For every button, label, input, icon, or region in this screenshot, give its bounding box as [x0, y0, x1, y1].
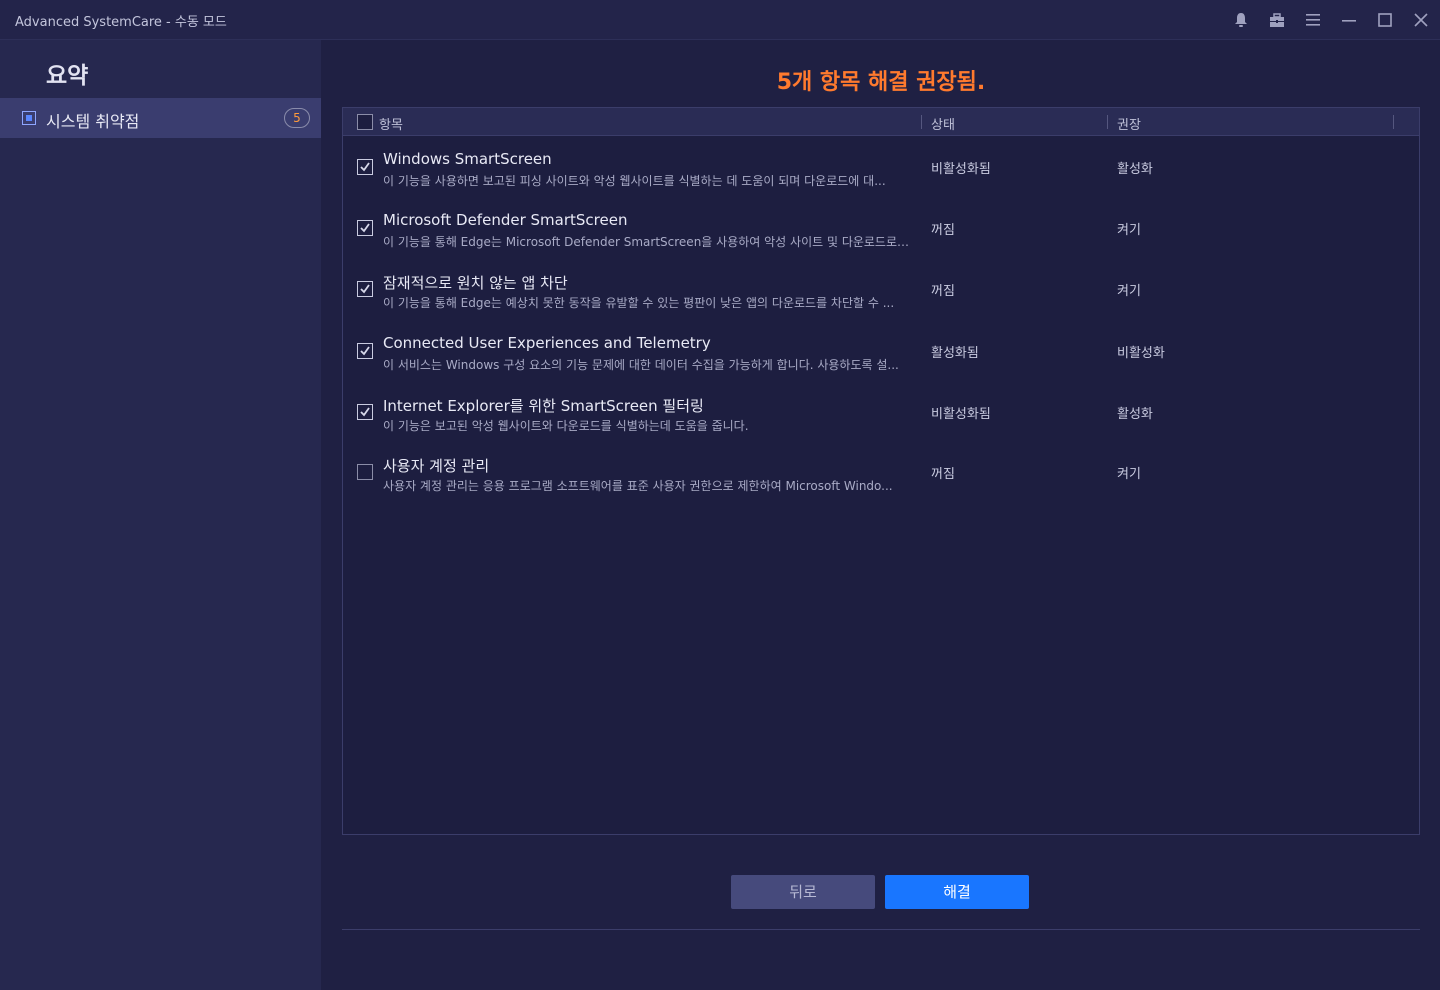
close-icon[interactable]	[1410, 9, 1432, 31]
check-icon	[360, 407, 370, 417]
row-checkbox[interactable]	[357, 343, 373, 359]
recommendation-headline: 5개 항목 해결 권장됨.	[776, 70, 986, 95]
row-checkbox[interactable]	[357, 281, 373, 297]
table-row[interactable]: Connected User Experiences and Telemetry…	[343, 334, 1419, 395]
row-recommended: 켜기	[1117, 467, 1141, 482]
row-status: 꺼짐	[931, 223, 955, 238]
row-title: Internet Explorer를 위한 SmartScreen 필터링	[383, 397, 704, 415]
row-title: Windows SmartScreen	[383, 150, 552, 168]
table-row[interactable]: Windows SmartScreen 이 기능을 사용하면 보고된 피싱 사이…	[343, 150, 1419, 211]
sidebar-heading: 요약	[46, 63, 89, 89]
window-title: Advanced SystemCare - 수동 모드	[15, 15, 227, 30]
row-description: 이 기능을 통해 Edge는 Microsoft Defender SmartS…	[383, 235, 918, 249]
row-description: 이 서비스는 Windows 구성 요소의 기능 문제에 대한 데이터 수집을 …	[383, 358, 899, 372]
row-status: 비활성화됨	[931, 407, 991, 422]
count-badge: 5	[284, 108, 310, 128]
row-status: 꺼짐	[931, 284, 955, 299]
row-status: 활성화됨	[931, 346, 979, 361]
sidebar: 요약 시스템 취약점 5	[0, 40, 321, 990]
row-status: 비활성화됨	[931, 162, 991, 177]
row-recommended: 켜기	[1117, 223, 1141, 238]
column-header-recommended: 권장	[1117, 118, 1141, 133]
check-icon	[360, 284, 370, 294]
table-row[interactable]: 사용자 계정 관리 사용자 계정 관리는 응용 프로그램 소프트웨어를 표준 사…	[343, 455, 1419, 516]
row-recommended: 활성화	[1117, 162, 1153, 177]
column-divider[interactable]	[1393, 115, 1394, 129]
row-checkbox[interactable]	[357, 220, 373, 236]
sidebar-item-label: 시스템 취약점	[46, 112, 140, 131]
column-divider[interactable]	[921, 115, 922, 129]
row-title: Connected User Experiences and Telemetry	[383, 334, 711, 352]
issues-table: 항목 상태 권장 Windows SmartScreen 이 기능을 사용하면 …	[342, 107, 1420, 835]
row-description: 이 기능은 보고된 악성 웹사이트와 다운로드를 식별하는데 도움을 줍니다.	[383, 419, 749, 433]
row-checkbox[interactable]	[357, 464, 373, 480]
check-icon	[360, 223, 370, 233]
select-all-checkbox[interactable]	[357, 114, 373, 130]
row-recommended: 비활성화	[1117, 346, 1165, 361]
check-icon	[360, 346, 370, 356]
row-title: 잠재적으로 원치 않는 앱 차단	[383, 274, 568, 292]
minimize-icon[interactable]	[1338, 9, 1360, 31]
row-checkbox[interactable]	[357, 404, 373, 420]
column-divider[interactable]	[1107, 115, 1108, 129]
partial-check-mark	[26, 115, 32, 121]
briefcase-icon[interactable]	[1266, 9, 1288, 31]
row-title: Microsoft Defender SmartScreen	[383, 211, 628, 229]
table-row[interactable]: 잠재적으로 원치 않는 앱 차단 이 기능을 통해 Edge는 예상치 못한 동…	[343, 272, 1419, 333]
row-recommended: 활성화	[1117, 407, 1153, 422]
table-row[interactable]: Internet Explorer를 위한 SmartScreen 필터링 이 …	[343, 395, 1419, 456]
title-bar: Advanced SystemCare - 수동 모드	[0, 0, 1440, 40]
category-checkbox[interactable]	[22, 111, 36, 125]
maximize-icon[interactable]	[1374, 9, 1396, 31]
column-header-status: 상태	[931, 118, 955, 133]
row-description: 사용자 계정 관리는 응용 프로그램 소프트웨어를 표준 사용자 권한으로 제한…	[383, 479, 893, 493]
row-status: 꺼짐	[931, 467, 955, 482]
row-description: 이 기능을 사용하면 보고된 피싱 사이트와 악성 웹사이트를 식별하는 데 도…	[383, 174, 886, 188]
table-header: 항목 상태 권장	[343, 108, 1419, 136]
check-icon	[360, 162, 370, 172]
bell-icon[interactable]	[1230, 9, 1252, 31]
table-row[interactable]: Microsoft Defender SmartScreen 이 기능을 통해 …	[343, 211, 1419, 272]
row-description: 이 기능을 통해 Edge는 예상치 못한 동작을 유발할 수 있는 평판이 낮…	[383, 296, 895, 310]
menu-icon[interactable]	[1302, 9, 1324, 31]
row-recommended: 켜기	[1117, 284, 1141, 299]
row-checkbox[interactable]	[357, 159, 373, 175]
footer-divider	[342, 929, 1420, 930]
column-header-item: 항목	[379, 118, 403, 133]
fix-button[interactable]: 해결	[885, 875, 1029, 909]
sidebar-item-system-vulnerabilities[interactable]: 시스템 취약점 5	[0, 98, 321, 138]
row-title: 사용자 계정 관리	[383, 457, 490, 475]
back-button[interactable]: 뒤로	[731, 875, 875, 909]
